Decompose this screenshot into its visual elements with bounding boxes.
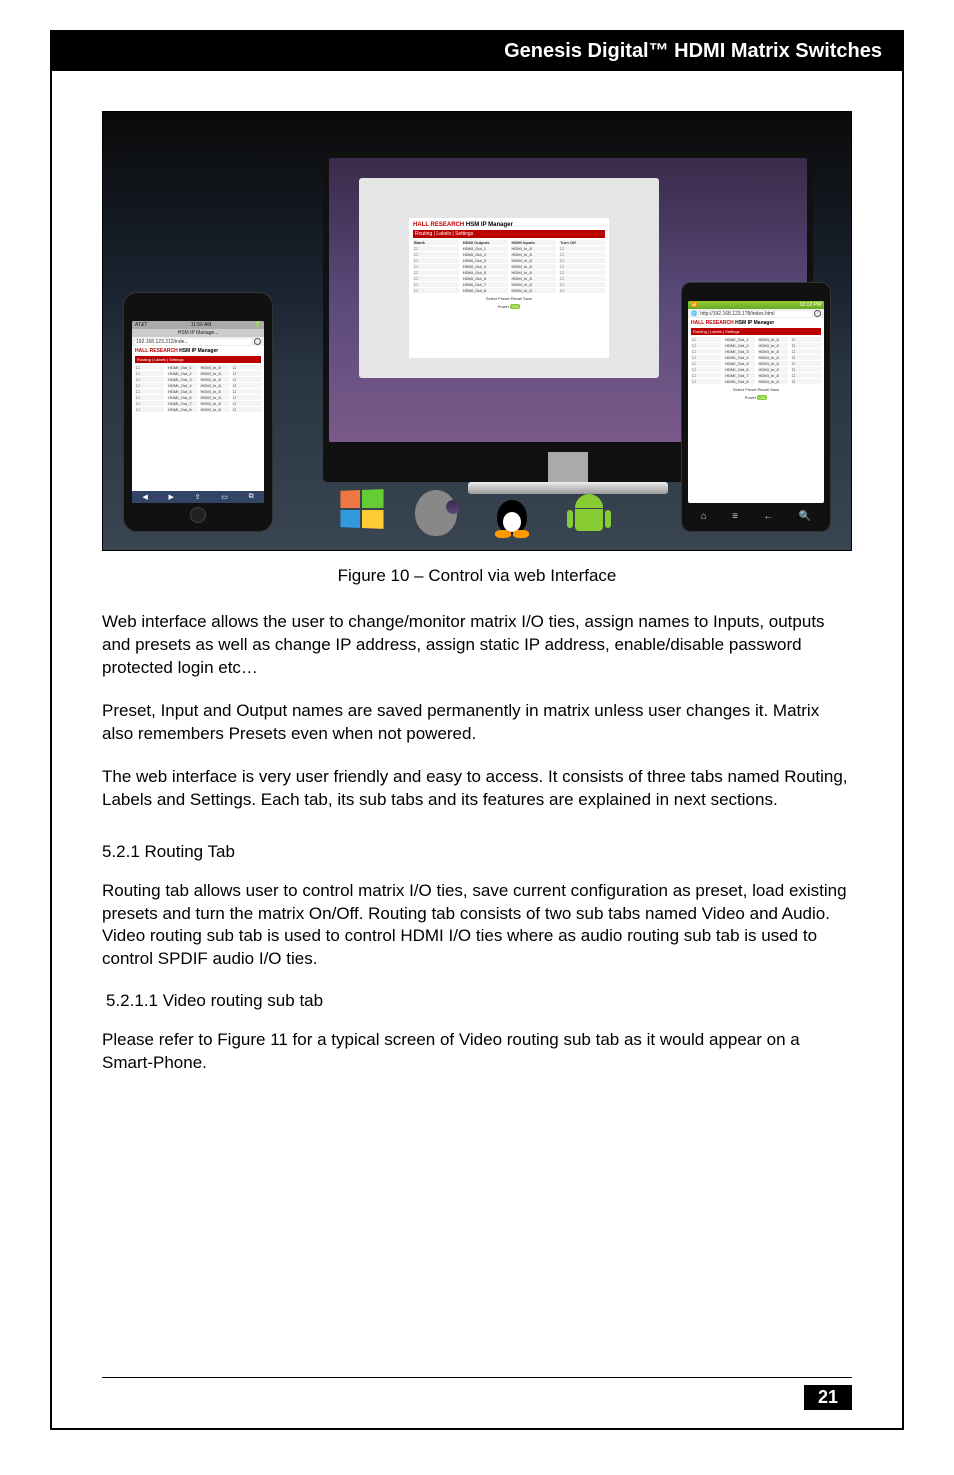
htc-url-bar: 🌐 http://192.168.123.178/index.html <box>688 309 824 318</box>
share-icon: ⇪ <box>195 493 201 501</box>
document-page: Genesis Digital™ HDMI Matrix Switches HA… <box>50 30 904 1430</box>
section-5-2-1-1: 5.2.1.1 Video routing sub tab <box>106 991 852 1011</box>
power-row: Power ON <box>413 304 605 309</box>
page-number: 21 <box>804 1385 852 1410</box>
header-title: Genesis Digital™ HDMI Matrix Switches <box>504 40 882 62</box>
forward-icon: ▶ <box>168 493 173 501</box>
footer-rule <box>102 1377 852 1378</box>
iphone-screen: AT&T 11:56 AM 🔋 HSM IP Manage... 192.168… <box>132 321 264 503</box>
iphone-toolbar: ◀ ▶ ⇪ ▭ ⧉ <box>132 491 264 503</box>
windows-icon <box>339 490 387 538</box>
panel-tabs: Routing | Labels | Settings <box>413 230 605 238</box>
paragraph-3: The web interface is very user friendly … <box>102 766 852 812</box>
os-icons-row <box>339 490 615 538</box>
page-content: HALL RESEARCH HSM IP Manager Routing | L… <box>52 71 902 1175</box>
paragraph-4: Routing tab allows user to control matri… <box>102 880 852 972</box>
hsm-panel-iphone: HALL RESEARCH HSM IP Manager Routing | L… <box>132 346 264 415</box>
reload-icon <box>814 310 821 317</box>
browser-window: HALL RESEARCH HSM IP Manager Routing | L… <box>359 178 659 378</box>
search-icon: 🔍 <box>799 511 811 522</box>
iphone-status-bar: AT&T 11:56 AM 🔋 <box>132 321 264 329</box>
figure-10-image: HALL RESEARCH HSM IP Manager Routing | L… <box>102 111 852 551</box>
iphone-page-label: HSM IP Manage... <box>132 329 264 337</box>
hsm-panel-desktop: HALL RESEARCH HSM IP Manager Routing | L… <box>409 218 609 358</box>
bookmarks-icon: ▭ <box>221 493 228 501</box>
back-icon: ← <box>763 511 773 522</box>
section-5-2-1: 5.2.1 Routing Tab <box>102 842 852 862</box>
paragraph-2: Preset, Input and Output names are saved… <box>102 700 852 746</box>
htc-device: 📶 10:12 PM 🌐 http://192.168.123.178/inde… <box>681 282 831 532</box>
android-icon <box>567 490 615 538</box>
menu-icon: ≡ <box>732 511 738 522</box>
htc-status-bar: 📶 10:12 PM <box>688 301 824 309</box>
iphone-device: AT&T 11:56 AM 🔋 HSM IP Manage... 192.168… <box>123 292 273 532</box>
htc-screen: 📶 10:12 PM 🌐 http://192.168.123.178/inde… <box>688 301 824 503</box>
linux-tux-icon <box>491 490 539 538</box>
paragraph-5: Please refer to Figure 11 for a typical … <box>102 1029 852 1075</box>
iphone-home-button <box>190 507 206 523</box>
panel-title: HALL RESEARCH HSM IP Manager <box>413 222 605 228</box>
back-icon: ◀ <box>142 493 147 501</box>
page-header: Genesis Digital™ HDMI Matrix Switches <box>52 32 902 71</box>
preset-row: Select Preset Recall Save <box>413 296 605 301</box>
hsm-panel-htc: HALL RESEARCH HSM IP Manager Routing | L… <box>688 318 824 402</box>
home-icon: ⌂ <box>701 511 707 522</box>
reload-icon <box>254 338 261 345</box>
tabs-icon: ⧉ <box>249 493 254 501</box>
paragraph-1: Web interface allows the user to change/… <box>102 611 852 680</box>
htc-nav-bar: ⌂ ≡ ← 🔍 <box>688 507 824 525</box>
apple-icon <box>415 490 463 538</box>
globe-icon: 🌐 <box>691 311 697 317</box>
figure-caption: Figure 10 – Control via web Interface <box>102 566 852 586</box>
iphone-url-bar: 192.168.123.212/inde... <box>132 337 264 346</box>
